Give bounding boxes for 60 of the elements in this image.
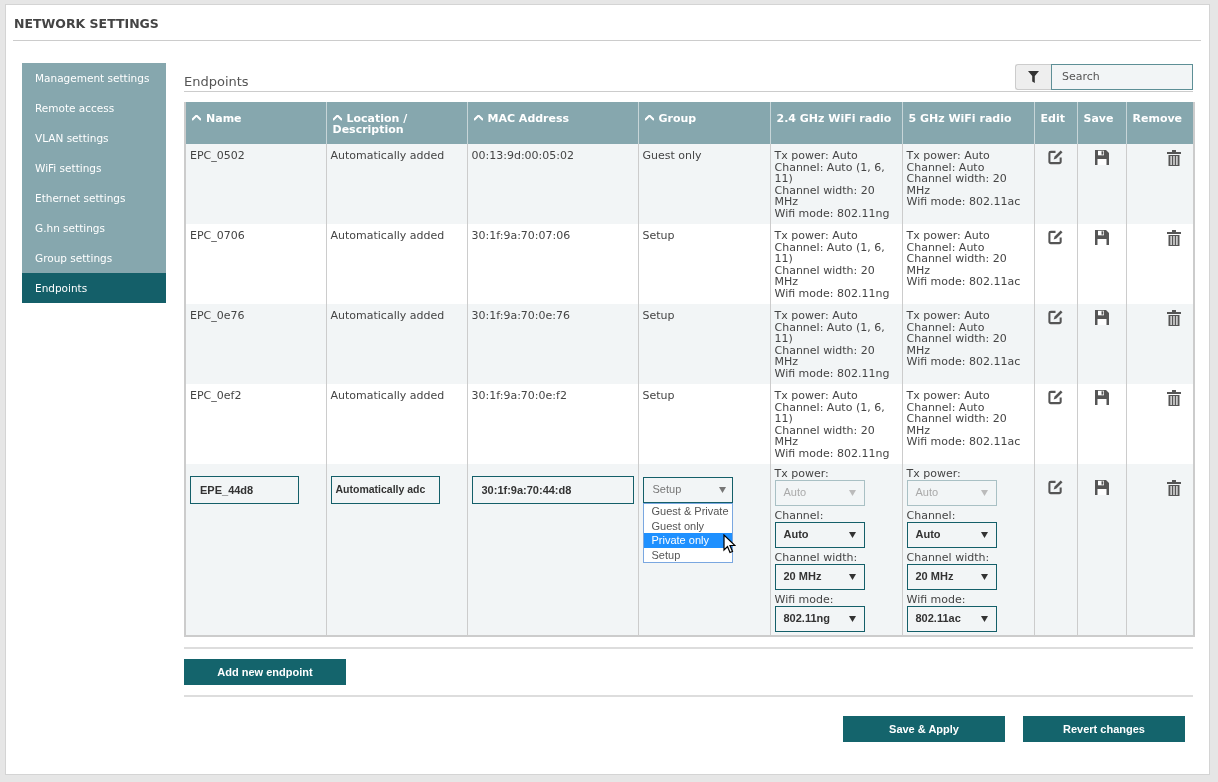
dropdown-arrow-icon <box>980 532 988 538</box>
edit-icon[interactable] <box>1048 390 1063 405</box>
filter-icon <box>1028 70 1039 83</box>
dropdown-arrow-icon <box>848 532 856 538</box>
column-header: 5 GHz WiFi radio <box>902 102 1034 144</box>
field-label: Tx power: <box>774 467 830 480</box>
edit-icon[interactable] <box>1048 150 1063 165</box>
dropdown-arrow-icon <box>848 574 856 580</box>
filter-button[interactable] <box>1015 63 1051 90</box>
sort-caret-icon <box>332 115 342 121</box>
sidebar-item[interactable]: Endpoints <box>22 273 166 303</box>
dropdown-arrow-icon <box>848 490 856 496</box>
sort-caret-icon <box>644 115 654 121</box>
field-label: Channel: <box>906 509 957 522</box>
dropdown-arrow-icon <box>980 490 988 496</box>
trash-icon[interactable] <box>1167 390 1181 406</box>
dropdown-arrow-icon <box>980 574 988 580</box>
save-icon[interactable] <box>1094 390 1109 405</box>
footer-button[interactable]: Save & Apply <box>843 716 1005 742</box>
field-label: Wifi mode: <box>774 593 835 606</box>
edit-icon[interactable] <box>1048 480 1063 495</box>
select-field[interactable]: Auto <box>774 522 865 548</box>
column-header: 2.4 GHz WiFi radio <box>770 102 902 144</box>
column-header: Save <box>1077 102 1126 144</box>
trash-icon[interactable] <box>1167 480 1181 496</box>
select-field[interactable]: Auto <box>906 522 997 548</box>
dropdown-arrow-icon <box>980 616 988 622</box>
sort-caret-icon <box>473 115 483 121</box>
column-header: Edit <box>1034 102 1077 144</box>
section-title: Endpoints <box>184 73 249 89</box>
location-input[interactable]: Automatically adc <box>330 476 440 504</box>
select-field[interactable]: 802.11ng <box>774 606 865 632</box>
column-header: Remove <box>1126 102 1194 144</box>
field-label: Tx power: <box>906 467 962 480</box>
select-field[interactable]: 20 MHz <box>774 564 865 590</box>
select-field[interactable]: 20 MHz <box>906 564 997 590</box>
mac-input[interactable]: 30:1f:9a:70:44:d8 <box>471 476 634 504</box>
trash-icon[interactable] <box>1167 310 1181 326</box>
save-icon[interactable] <box>1094 150 1109 165</box>
trash-icon[interactable] <box>1167 230 1181 246</box>
sort-caret-icon <box>192 115 201 121</box>
page-title: NETWORK SETTINGS <box>13 15 160 33</box>
trash-icon[interactable] <box>1167 150 1181 166</box>
save-icon[interactable] <box>1094 310 1109 325</box>
field-label: Wifi mode: <box>906 593 967 606</box>
dropdown-arrow-icon <box>718 487 726 493</box>
save-icon[interactable] <box>1094 480 1109 495</box>
field-label: Channel width: <box>774 551 859 564</box>
add-endpoint-button[interactable]: Add new endpoint <box>184 659 346 685</box>
name-input[interactable]: EPE_44d8 <box>190 476 299 504</box>
edit-icon[interactable] <box>1048 230 1063 245</box>
field-label: Channel width: <box>906 551 991 564</box>
footer-button[interactable]: Revert changes <box>1023 716 1185 742</box>
edit-icon[interactable] <box>1048 310 1063 325</box>
group-select[interactable]: Setup <box>642 477 733 503</box>
select-field[interactable]: 802.11ac <box>906 606 997 632</box>
field-label: Channel: <box>774 509 825 522</box>
save-icon[interactable] <box>1094 230 1109 245</box>
dropdown-arrow-icon <box>848 616 856 622</box>
search-field[interactable]: Search <box>1051 63 1193 90</box>
